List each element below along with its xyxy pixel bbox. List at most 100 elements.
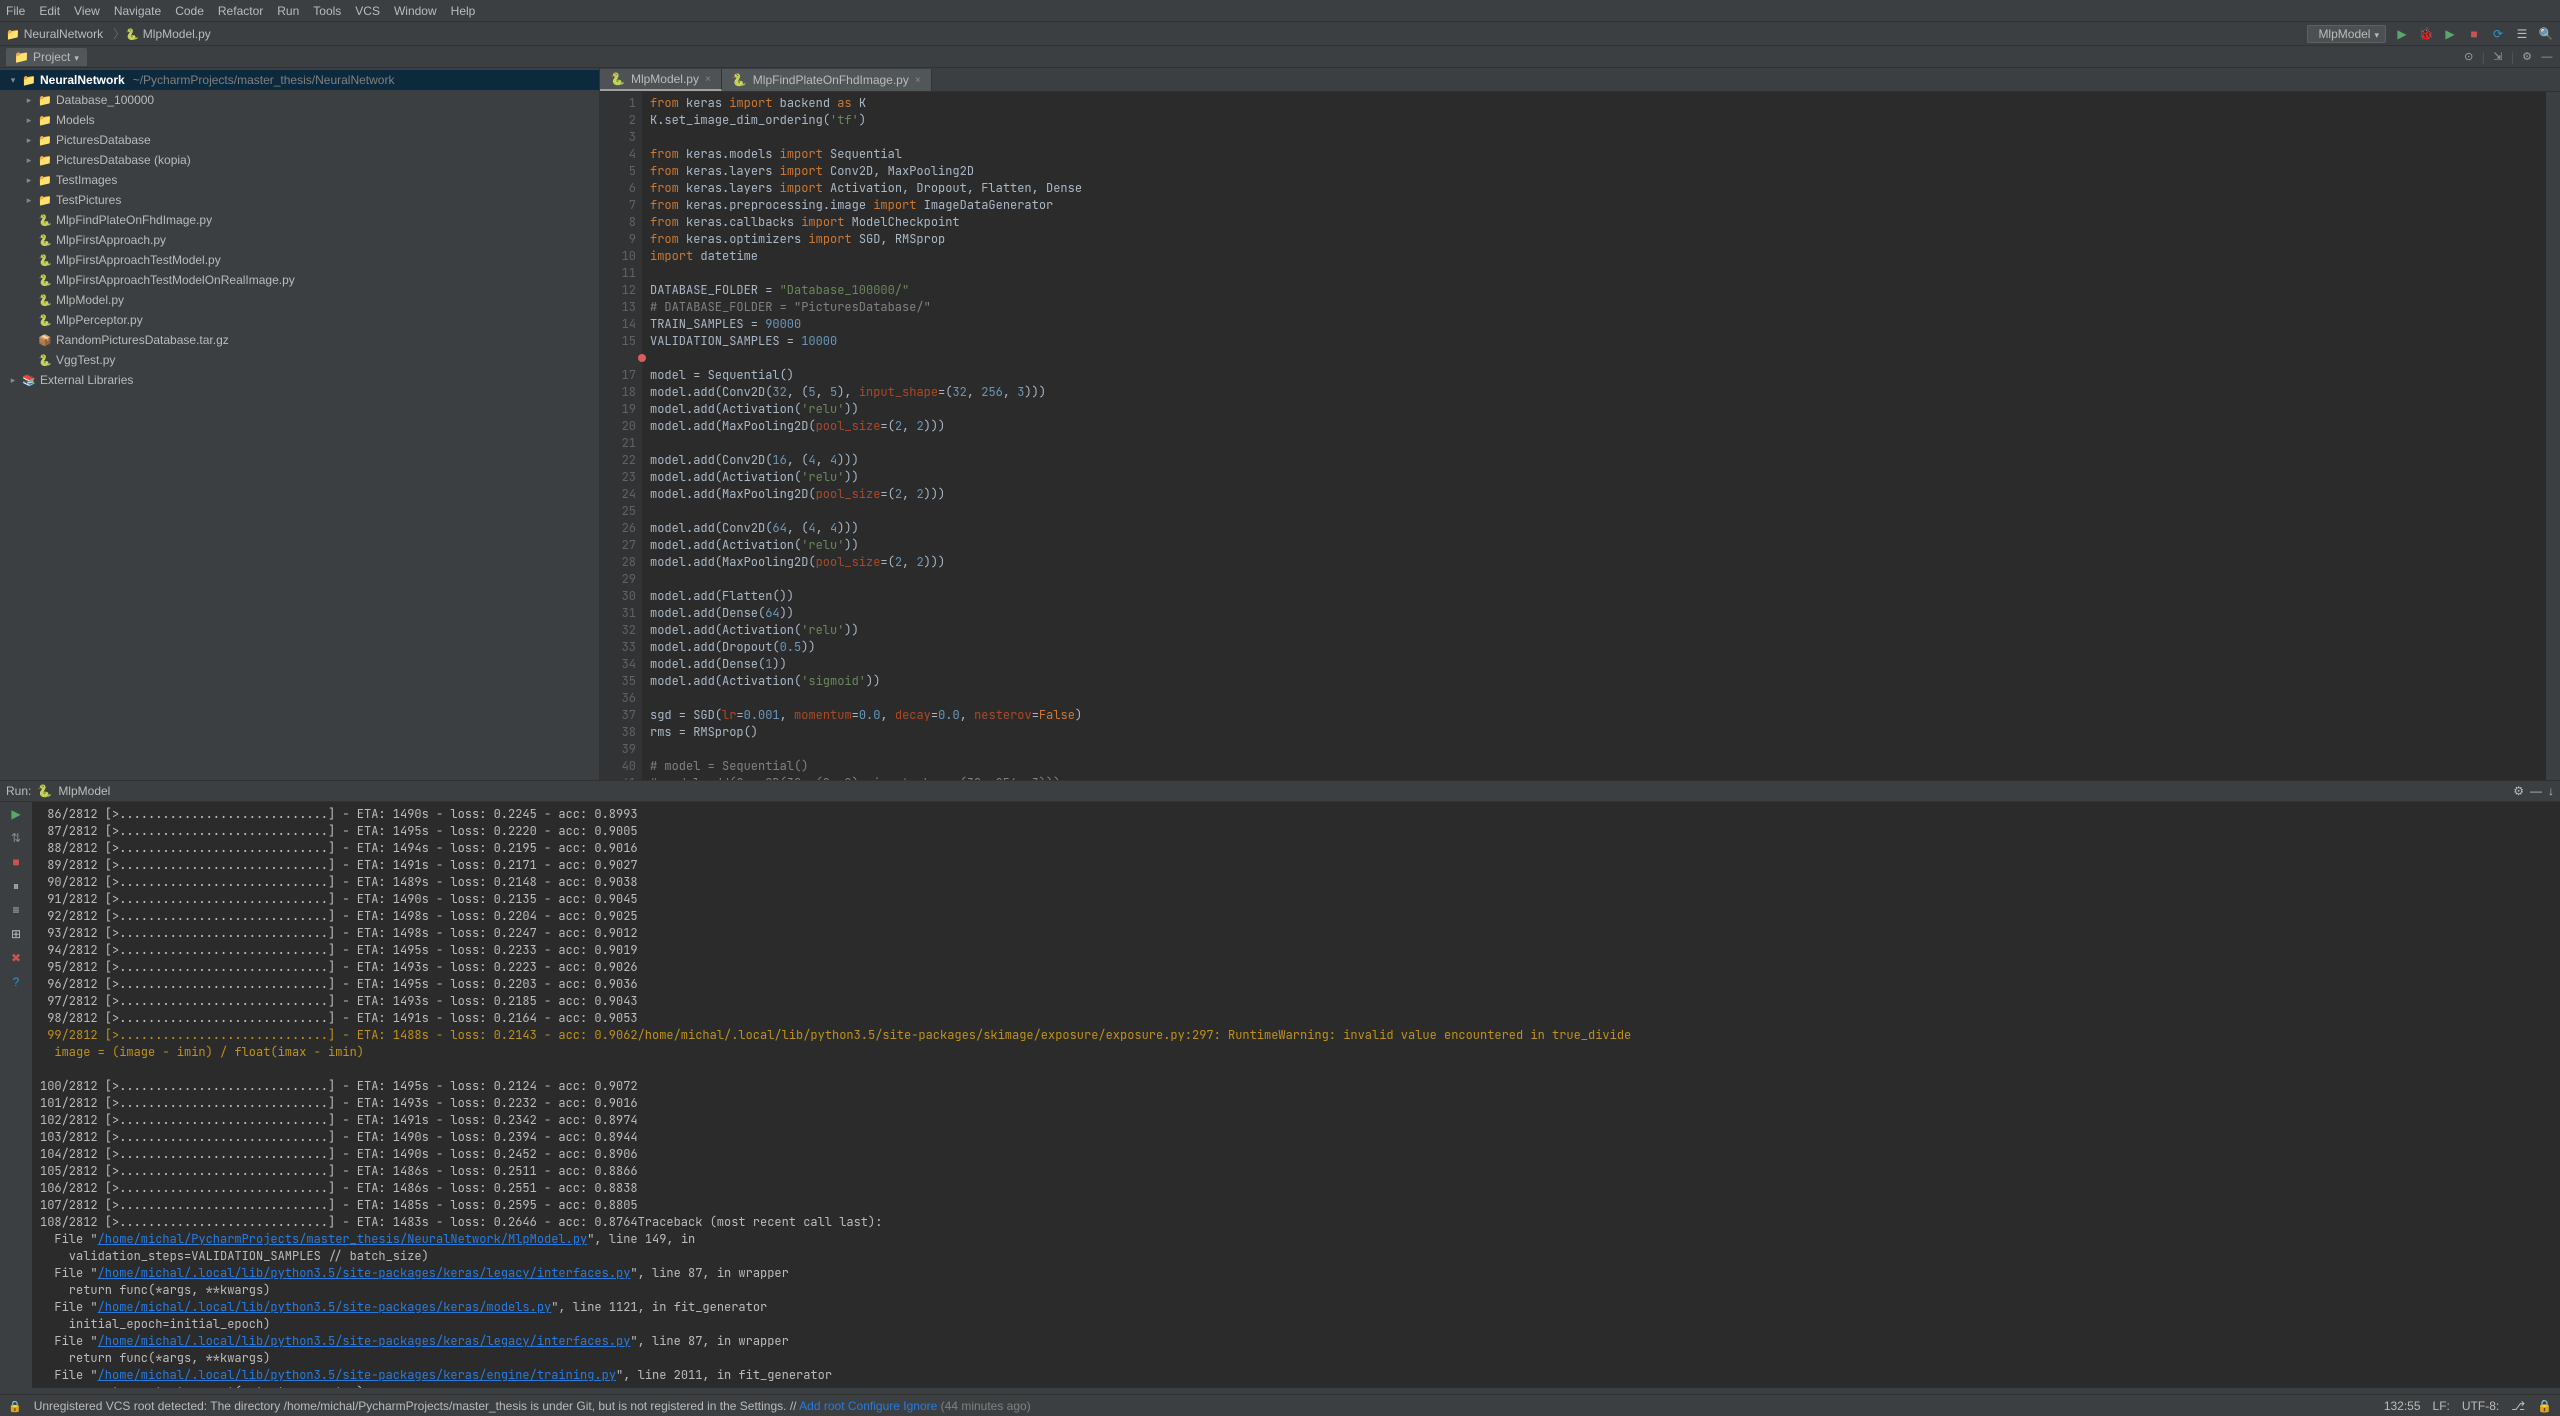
menu-edit[interactable]: Edit — [39, 4, 60, 18]
run-title-label: Run: — [6, 784, 31, 798]
tree-item[interactable]: TestImages — [0, 170, 599, 190]
dir-icon — [38, 194, 52, 207]
tree-item[interactable]: Database_100000 — [0, 90, 599, 110]
chevron-down-icon — [74, 50, 79, 64]
close-tab-icon[interactable]: × — [915, 75, 921, 86]
collapse-all-icon[interactable]: ⇲ — [2491, 50, 2505, 64]
expand-icon[interactable] — [24, 175, 34, 186]
settings-icon[interactable]: ⚙ — [2520, 50, 2534, 64]
file-encoding[interactable]: UTF-8: — [2462, 1399, 2499, 1413]
breadcrumb-project[interactable]: NeuralNetwork — [6, 27, 103, 41]
rerun-failed-button[interactable]: ⇅ — [8, 830, 24, 846]
menu-view[interactable]: View — [74, 4, 100, 18]
scroll-from-source-icon[interactable]: ⊙ — [2462, 50, 2476, 64]
editor-code[interactable]: from keras import backend as K K.set_ima… — [642, 92, 2560, 780]
run-config-combo[interactable]: MlpModel — [2307, 25, 2386, 43]
run-console[interactable]: 86/2812 [>.............................]… — [32, 802, 2560, 1388]
tree-item-label: MlpFirstApproachTestModel.py — [56, 253, 221, 267]
settings-icon[interactable]: ⚙ — [2513, 784, 2524, 798]
expand-icon[interactable] — [24, 135, 34, 146]
debug-button[interactable]: 🐞 — [2418, 26, 2434, 42]
dump-threads-button[interactable]: ≡ — [8, 902, 24, 918]
dir-icon — [38, 134, 52, 147]
menu-vcs[interactable]: VCS — [355, 4, 380, 18]
project-tree[interactable]: NeuralNetwork~/PycharmProjects/master_th… — [0, 68, 600, 780]
menu-file[interactable]: File — [6, 4, 25, 18]
tree-item-label: Models — [56, 113, 95, 127]
structure-button[interactable]: ☰ — [2514, 26, 2530, 42]
dir-icon — [38, 174, 52, 187]
tree-item[interactable]: MlpFirstApproach.py — [0, 230, 599, 250]
hide-icon[interactable]: — — [2540, 50, 2554, 64]
readonly-toggle[interactable]: 🔒 — [2537, 1399, 2552, 1413]
project-tab[interactable]: 📁Project — [6, 48, 87, 66]
tree-item[interactable]: MlpFirstApproachTestModel.py — [0, 250, 599, 270]
rerun-button[interactable]: ▶ — [8, 806, 24, 822]
menu-code[interactable]: Code — [175, 4, 204, 18]
search-button[interactable]: 🔍 — [2538, 26, 2554, 42]
folder-icon: 📁 — [14, 50, 29, 64]
expand-icon[interactable] — [24, 115, 34, 126]
py-icon — [38, 274, 52, 287]
tree-root[interactable]: NeuralNetwork~/PycharmProjects/master_th… — [0, 70, 599, 90]
tree-item[interactable]: MlpPerceptor.py — [0, 310, 599, 330]
tree-item-label: External Libraries — [40, 373, 133, 387]
editor-tab-label: MlpFindPlateOnFhdImage.py — [753, 73, 909, 87]
run-toolwindow-header: Run: 🐍 MlpModel ⚙ — ↓ — [0, 780, 2560, 802]
editor-gutter[interactable]: 1 2 3 4 5 6 7 8 9 10 11 12 13 14 15 17 1… — [600, 92, 642, 780]
close-button[interactable]: ✖ — [8, 950, 24, 966]
tree-item[interactable]: VggTest.py — [0, 350, 599, 370]
caret-position[interactable]: 132:55 — [2384, 1399, 2421, 1413]
expand-icon[interactable] — [8, 375, 18, 386]
editor-tab-mlpmodel[interactable]: 🐍 MlpModel.py × — [600, 69, 722, 91]
run-with-coverage-button[interactable]: ▶ — [2442, 26, 2458, 42]
add-root-link[interactable]: Add root — [799, 1399, 844, 1413]
hide-icon[interactable]: ↓ — [2548, 784, 2554, 798]
editor-body[interactable]: 1 2 3 4 5 6 7 8 9 10 11 12 13 14 15 17 1… — [600, 92, 2560, 780]
menu-bar: File Edit View Navigate Code Refactor Ru… — [0, 0, 2560, 22]
run-button[interactable]: ▶ — [2394, 26, 2410, 42]
tree-external-libs[interactable]: External Libraries — [0, 370, 599, 390]
tree-item[interactable]: TestPictures — [0, 190, 599, 210]
tree-item[interactable]: PicturesDatabase — [0, 130, 599, 150]
breadcrumb-file-label: MlpModel.py — [143, 27, 211, 41]
menu-tools[interactable]: Tools — [313, 4, 341, 18]
menu-help[interactable]: Help — [451, 4, 476, 18]
pause-button[interactable]: ⏸ — [8, 878, 24, 894]
restore-layout-button[interactable]: ⊞ — [8, 926, 24, 942]
dir-icon — [38, 94, 52, 107]
update-project-button[interactable]: ⟳ — [2490, 26, 2506, 42]
stop-button[interactable]: ■ — [8, 854, 24, 870]
editor-scrollbar[interactable] — [2546, 92, 2560, 780]
tree-item[interactable]: MlpFindPlateOnFhdImage.py — [0, 210, 599, 230]
git-branch[interactable]: ⎇ — [2511, 1399, 2525, 1413]
expand-icon[interactable] — [24, 155, 34, 166]
menu-navigate[interactable]: Navigate — [114, 4, 161, 18]
breadcrumb-project-label: NeuralNetwork — [24, 27, 103, 41]
editor-pane: 🐍 MlpModel.py × 🐍 MlpFindPlateOnFhdImage… — [600, 68, 2560, 780]
tree-item[interactable]: MlpFirstApproachTestModelOnRealImage.py — [0, 270, 599, 290]
menu-window[interactable]: Window — [394, 4, 437, 18]
menu-refactor[interactable]: Refactor — [218, 4, 263, 18]
py-icon — [38, 314, 52, 327]
tree-item-label: PicturesDatabase — [56, 133, 151, 147]
menu-run[interactable]: Run — [277, 4, 299, 18]
tree-item[interactable]: MlpModel.py — [0, 290, 599, 310]
tree-item-label: Database_100000 — [56, 93, 154, 107]
library-icon — [22, 374, 36, 387]
tree-item[interactable]: Models — [0, 110, 599, 130]
expand-icon[interactable] — [8, 75, 18, 86]
ignore-link[interactable]: Ignore — [903, 1399, 937, 1413]
tree-item[interactable]: RandomPicturesDatabase.tar.gz — [0, 330, 599, 350]
expand-icon[interactable] — [24, 195, 34, 206]
configure-link[interactable]: Configure — [848, 1399, 900, 1413]
expand-icon[interactable] — [24, 95, 34, 106]
minimize-icon[interactable]: — — [2530, 784, 2542, 798]
close-tab-icon[interactable]: × — [705, 74, 711, 85]
stop-button[interactable]: ■ — [2466, 26, 2482, 42]
help-button[interactable]: ? — [8, 974, 24, 990]
line-separator[interactable]: LF: — [2433, 1399, 2450, 1413]
breadcrumb-file[interactable]: MlpModel.py — [125, 27, 211, 41]
editor-tab-findplate[interactable]: 🐍 MlpFindPlateOnFhdImage.py × — [722, 69, 932, 91]
tree-item[interactable]: PicturesDatabase (kopia) — [0, 150, 599, 170]
